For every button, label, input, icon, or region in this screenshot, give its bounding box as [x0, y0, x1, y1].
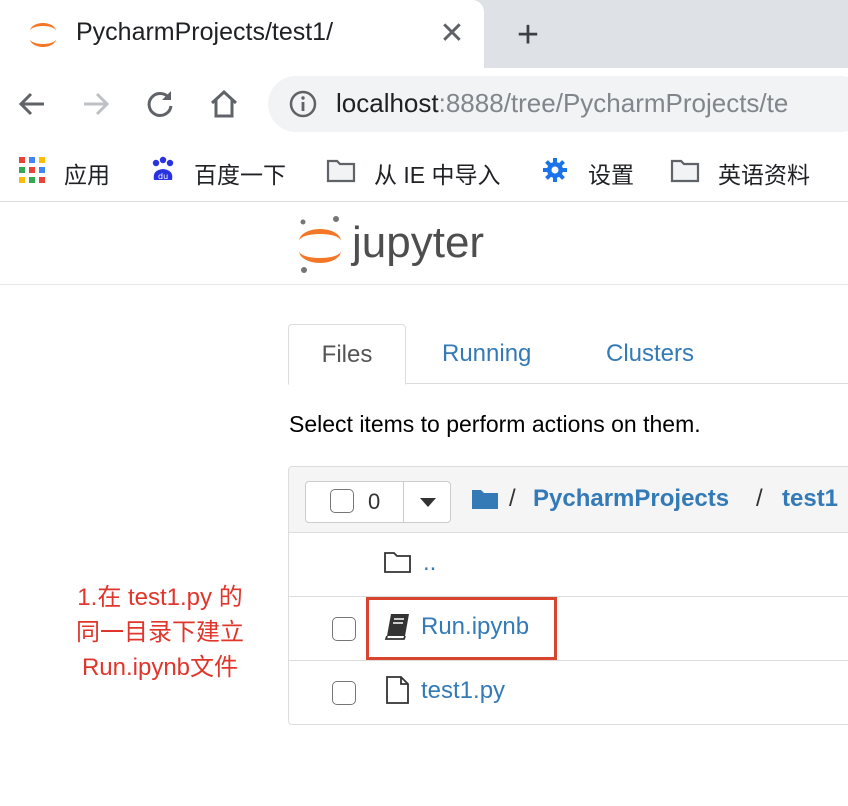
select-all-checkbox[interactable]	[330, 489, 354, 513]
gear-icon	[543, 158, 567, 182]
close-tab-icon[interactable]: ✕	[436, 18, 468, 50]
annotation-line: Run.ipynb文件	[81, 654, 239, 681]
bookmark-label: 应用	[64, 162, 110, 188]
annotation-line: 1.在 test1.py 的	[77, 584, 243, 611]
file-list-header: 0 / PycharmProjects / test1	[289, 467, 848, 533]
bookmark-label: 英语资料	[718, 162, 810, 188]
jupyter-logo[interactable]: jupyter	[296, 213, 516, 277]
folder-outline-icon	[384, 552, 411, 573]
home-icon[interactable]	[206, 86, 242, 122]
bookmarks-bar: 应用 du 百度一下 从 IE 中导入 设置 英语资料	[0, 140, 848, 202]
reload-icon[interactable]	[142, 86, 178, 122]
list-item[interactable]: ..	[289, 533, 848, 597]
list-item[interactable]: test1.py	[289, 661, 848, 724]
file-icon	[386, 676, 409, 704]
apps-grid-icon	[19, 157, 45, 183]
breadcrumb-pycharmprojects[interactable]: PycharmProjects	[533, 485, 729, 513]
bookmark-label: 百度一下	[194, 162, 286, 188]
url-path: :8888/tree/PycharmProjects/te	[438, 88, 789, 118]
back-arrow-icon[interactable]	[14, 86, 50, 122]
address-bar[interactable]: localhost:8888/tree/PycharmProjects/te	[268, 76, 848, 132]
folder-icon	[670, 159, 700, 183]
tab-clusters[interactable]: Clusters	[606, 324, 694, 384]
baidu-paw-icon: du	[152, 156, 174, 181]
selection-hint: Select items to perform actions on them.	[289, 411, 701, 437]
bookmark-label: 设置	[588, 162, 634, 188]
jupyter-wordmark: jupyter	[350, 218, 484, 267]
bookmark-label: 从 IE 中导入	[374, 162, 501, 188]
annotation-note: 1.在 test1.py 的 同一目录下建立 Run.ipynb文件	[40, 580, 280, 685]
row-checkbox[interactable]	[332, 617, 356, 641]
chevron-down-icon[interactable]	[420, 498, 436, 507]
tab-files[interactable]: Files	[288, 324, 406, 385]
tab-title: PycharmProjects/test1/	[76, 18, 334, 46]
url-host: localhost	[336, 88, 439, 118]
file-list-panel: 0 / PycharmProjects / test1 .. Run.ipynb	[288, 466, 848, 725]
breadcrumb-separator: /	[756, 485, 763, 512]
breadcrumb-test1[interactable]: test1	[782, 485, 838, 513]
folder-icon[interactable]	[471, 487, 499, 511]
browser-toolbar: localhost:8888/tree/PycharmProjects/te	[0, 68, 848, 140]
jupyter-favicon-icon	[30, 23, 56, 47]
file-tabs: Files Running Clusters	[288, 324, 848, 385]
annotation-highlight-box	[366, 597, 557, 660]
browser-tab[interactable]: PycharmProjects/test1/ ✕	[0, 0, 484, 68]
tab-strip: PycharmProjects/test1/ ✕ +	[0, 0, 848, 68]
info-icon[interactable]	[288, 89, 318, 119]
annotation-line: 同一目录下建立	[76, 619, 244, 646]
svg-text:du: du	[158, 172, 168, 181]
folder-icon	[326, 159, 356, 183]
new-tab-button[interactable]: +	[508, 16, 548, 56]
select-all-group: 0	[305, 481, 451, 523]
parent-dir-link[interactable]: ..	[423, 549, 436, 577]
breadcrumb-separator: /	[509, 485, 516, 512]
forward-arrow-icon[interactable]	[78, 86, 114, 122]
row-checkbox[interactable]	[332, 681, 356, 705]
selected-count: 0	[368, 489, 381, 514]
tab-running[interactable]: Running	[442, 324, 531, 384]
url-text: localhost:8888/tree/PycharmProjects/te	[336, 88, 788, 119]
select-all-button[interactable]: 0	[306, 482, 404, 522]
jupyter-header: jupyter	[0, 203, 848, 285]
file-link-test1-py[interactable]: test1.py	[421, 677, 505, 705]
